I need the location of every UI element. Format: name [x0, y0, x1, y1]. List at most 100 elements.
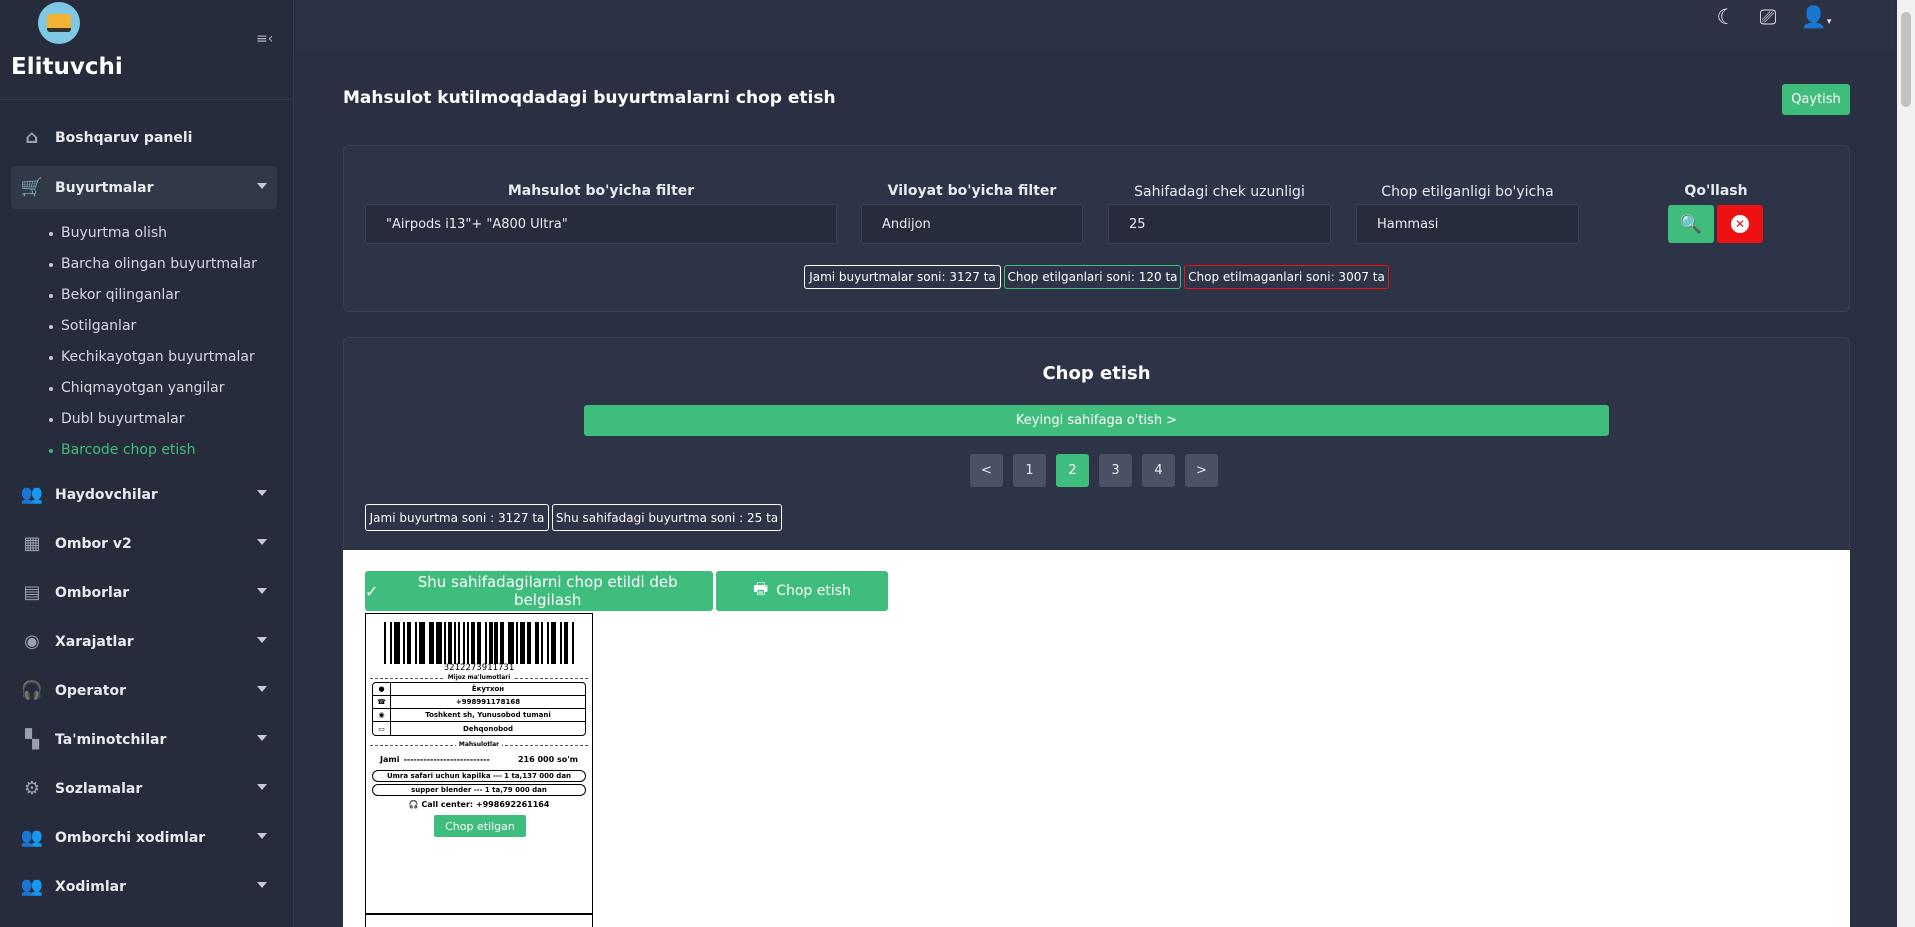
sidebar-divider	[0, 99, 294, 100]
pagination-page[interactable]: 4	[1142, 454, 1175, 487]
headset-icon: 🎧	[20, 680, 44, 701]
printed-filter-select[interactable]: Hammasi	[1356, 204, 1579, 244]
page-orders-count-badge: Shu sahifadagi buyurtma soni : 25 ta	[552, 504, 782, 531]
print-section-title: Chop etish	[1042, 363, 1151, 384]
total-orders-count-badge: Jami buyurtma soni : 3127 ta	[365, 504, 549, 531]
cart-icon: 🛒	[20, 177, 44, 198]
people-icon: 👥	[20, 827, 44, 848]
pagination-next[interactable]: >	[1185, 454, 1218, 487]
client-landmark: Dehqonobod	[463, 724, 513, 733]
region-filter-select[interactable]: Andijon	[861, 204, 1083, 244]
chevron-down-icon	[257, 882, 267, 888]
sidebar-sub-item[interactable]: Bekor qilinganlar	[49, 287, 180, 303]
call-center-text: Call center: +998692261164	[421, 800, 550, 809]
chevron-down-icon	[257, 183, 267, 189]
scrollbar[interactable]	[1897, 0, 1915, 927]
call-center-line: 🎧 Call center: +998692261164	[366, 800, 592, 809]
sidebar-item-label: Haydovchilar	[55, 486, 158, 503]
print-label: Chop etish	[776, 583, 851, 599]
sidebar-item-label: Omborchi xodimlar	[55, 829, 206, 846]
explore-icon: ◉	[24, 631, 40, 652]
sidebar-sub-item[interactable]: Buyurtma olish	[48, 225, 167, 241]
client-info-table: ● Ёкутхон ☎ +998991178168 ◉ Toshkent sh, Yu…	[372, 682, 586, 736]
sidebar-item-label: Xarajatlar	[55, 633, 134, 650]
sidebar-item-orders[interactable]: 🛒 Buyurtmalar	[11, 166, 277, 209]
sidebar-item-staff[interactable]: 👥 Xodimlar	[11, 865, 277, 908]
dark-mode-icon[interactable]: ☾	[1713, 4, 1739, 30]
sidebar-item-label: Ta'minotchilar	[55, 731, 167, 748]
comment-icon: ▭	[373, 722, 391, 735]
sidebar-sub-item[interactable]: Kechikayotgan buyurtmalar	[49, 349, 255, 365]
sidebar-item-dashboard[interactable]: ⌂ Boshqaruv paneli	[11, 116, 277, 159]
label-total-dashes: --------------------------	[403, 755, 490, 764]
chevron-down-icon	[257, 539, 267, 545]
products-caption: Mahsulotlar	[366, 741, 592, 748]
barcode-image	[384, 622, 576, 664]
chevron-down-icon	[257, 833, 267, 839]
sidebar-item-label: Sozlamalar	[55, 780, 143, 797]
sidebar-sub-item[interactable]: Sotilganlar	[48, 318, 136, 334]
sidebar-item-label: Omborlar	[55, 584, 130, 601]
clear-filter-button[interactable]: ✕	[1717, 205, 1763, 243]
sidebar-sub-item[interactable]: Chiqmayotgan yangilar	[49, 380, 225, 396]
account-icon[interactable]: 👤▾	[1798, 4, 1834, 30]
sidebar-item-settings[interactable]: ⚙ Sozlamalar	[11, 767, 277, 810]
not-printed-orders-badge: Chop etilmaganlari soni: 3007 ta	[1184, 265, 1389, 289]
products-caption-text: Mahsulotlar	[455, 741, 503, 748]
sidebar-item-label: Operator	[55, 682, 126, 699]
back-button[interactable]: Qaytish	[1782, 84, 1850, 115]
logo[interactable]	[38, 2, 80, 44]
chevron-down-icon	[257, 735, 267, 741]
sidebar-item-warehouse-staff[interactable]: 👥 Omborchi xodimlar	[11, 816, 277, 859]
client-info-caption: Mijoz ma'lumotlari	[366, 674, 592, 681]
pagination-prev[interactable]: <	[970, 454, 1003, 487]
sidebar-item-operator[interactable]: 🎧 Operator	[11, 669, 277, 712]
page-title: Mahsulot kutilmoqdadagi buyurtmalarni ch…	[343, 88, 836, 108]
page-length-label: Sahifadagi chek uzunligi	[1134, 184, 1305, 200]
printed-status-badge: Chop etilgan	[434, 815, 526, 837]
next-page-button[interactable]: Keyingi sahifaga o'tish >	[584, 405, 1609, 436]
print-card: Chop etish	[343, 337, 1850, 577]
page-length-input[interactable]: 25	[1108, 204, 1331, 244]
chevron-down-icon	[257, 588, 267, 594]
sidebar-item-warehouses[interactable]: ▤ Omborlar	[11, 571, 277, 614]
cast-icon[interactable]: ⎚	[1755, 4, 1781, 30]
sidebar-item-label: Buyurtmalar	[55, 179, 154, 196]
sidebar-item-expenses[interactable]: ◉ Xarajatlar	[11, 620, 277, 663]
printer-icon: 🖶	[753, 578, 769, 598]
mark-printed-button[interactable]: ✓ Shu sahifadagilarni chop etildi deb be…	[365, 571, 713, 611]
sidebar-item-label: Boshqaruv paneli	[55, 129, 193, 146]
people-icon: 👥	[20, 876, 44, 897]
client-info-caption-text: Mijoz ma'lumotlari	[444, 674, 514, 681]
apply-label: Qo'llash	[1684, 183, 1748, 199]
barcode-bar	[573, 622, 576, 664]
menu-collapse-icon[interactable]: ≡‹	[256, 32, 274, 46]
pagination-page-active[interactable]: 2	[1056, 454, 1089, 487]
pagination-page[interactable]: 1	[1013, 454, 1046, 487]
sidebar-sub-item-active[interactable]: Barcode chop etish	[48, 442, 195, 458]
sidebar-sub-item[interactable]: Barcha olingan buyurtmalar	[49, 256, 257, 272]
sidebar-item-drivers[interactable]: 👥 Haydovchilar	[11, 473, 277, 516]
logo-cart-icon	[47, 14, 71, 32]
check-icon: ✓	[365, 581, 379, 601]
print-button[interactable]: 🖶 Chop etish	[716, 571, 888, 611]
store-icon: ▤	[23, 582, 41, 603]
sidebar-sub-item[interactable]: Dubl buyurtmalar	[48, 411, 184, 427]
chevron-down-icon	[257, 686, 267, 692]
printed-orders-badge: Chop etilganlari soni: 120 ta	[1004, 265, 1181, 289]
scrollbar-thumb[interactable]	[1901, 12, 1911, 107]
pagination-page[interactable]: 3	[1099, 454, 1132, 487]
search-icon: 🔍	[1679, 213, 1703, 235]
label-total-label: Jami	[380, 755, 400, 764]
brand-name: Elituvchi	[11, 54, 123, 80]
phone-icon: ☎	[373, 696, 391, 708]
search-button[interactable]: 🔍	[1668, 205, 1714, 243]
barcode-number: 3212273911731	[443, 663, 515, 673]
product-filter-input[interactable]: "Airpods i13"+ "A800 Ultra"	[365, 204, 837, 244]
total-orders-badge: Jami buyurtmalar soni: 3127 ta	[804, 265, 1001, 289]
sidebar-item-suppliers[interactable]: ▚ Ta'minotchilar	[11, 718, 277, 761]
sidebar-item-warehouse-v2[interactable]: ▦ Ombor v2	[11, 522, 277, 565]
people-icon: 👥	[20, 484, 44, 505]
location-icon: ◉	[373, 709, 391, 721]
gear-icon: ⚙	[23, 778, 41, 799]
